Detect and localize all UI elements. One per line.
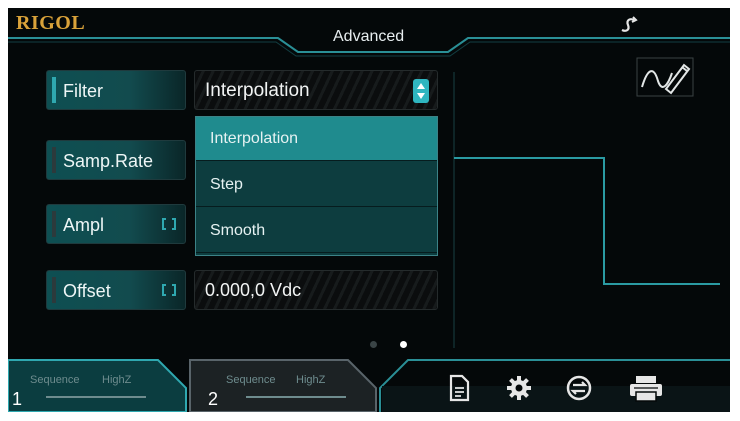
device-screen: RIGOL Advanced Filter Interpolation Samp…	[8, 8, 730, 412]
ch2-mode: Sequence	[226, 374, 276, 386]
ch1-impedance: HighZ	[102, 374, 132, 386]
channel-1-tab[interactable]: Sequence HighZ 1	[8, 362, 176, 412]
printer-icon[interactable]	[626, 372, 666, 404]
ch2-impedance: HighZ	[296, 374, 326, 386]
ch2-number: 2	[208, 389, 219, 409]
file-icon[interactable]	[444, 372, 474, 404]
sync-cycle-icon[interactable]	[564, 372, 594, 404]
ch1-number: 1	[12, 389, 23, 409]
gear-icon[interactable]	[504, 372, 534, 404]
ch1-level-line	[46, 396, 146, 398]
ch1-mode: Sequence	[30, 374, 80, 386]
footer-frame	[8, 359, 730, 412]
channel-2-tab[interactable]: Sequence HighZ 2	[192, 362, 360, 412]
ch2-level-line	[246, 396, 346, 398]
